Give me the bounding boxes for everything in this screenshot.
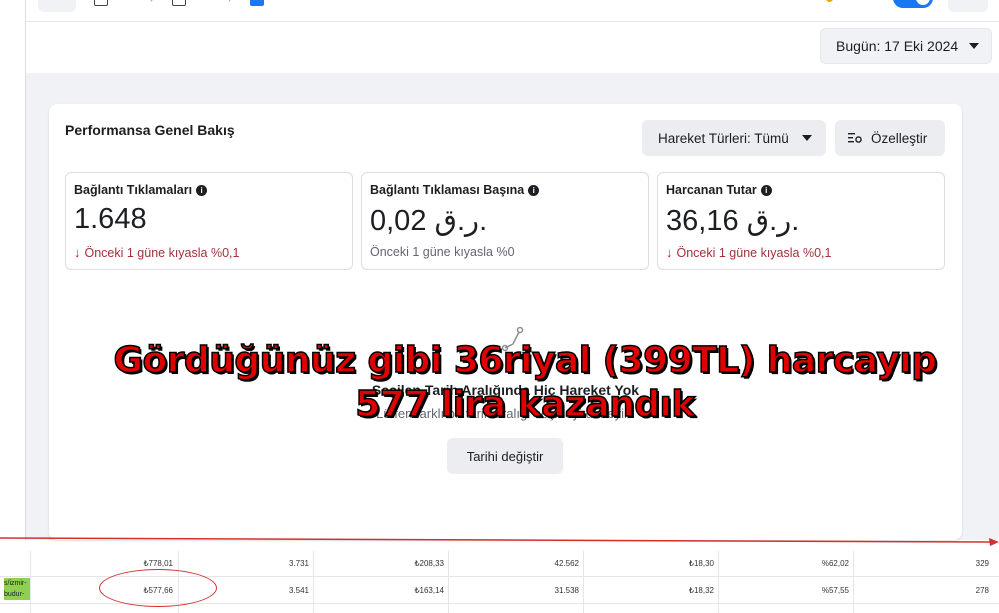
table-cell: ₺163,14 [414,586,444,595]
performance-overview-card: Performansa Genel Bakış Hareket Türleri:… [49,104,962,540]
metric-value: 36,16 ر.ق. [666,205,800,237]
metric-compare: Önceki 1 güne kıyasla %0 [370,245,515,259]
column-divider [30,551,31,613]
metric-label: Bağlantı Tıklaması Başına [370,183,525,197]
red-circle-annotation [99,569,217,607]
action-types-label: Hareket Türleri: Tümü [658,130,789,146]
chevron-right-icon: › [150,0,153,5]
active-toggle[interactable] [893,0,933,8]
table-cell: 3.541 [288,586,309,595]
caret-down-icon [969,43,979,49]
table-cell: 31.538 [554,586,579,595]
table-cell: ₺18,30 [688,559,714,568]
action-types-dropdown[interactable]: Hareket Türleri: Tümü [642,120,826,156]
table-cell: 3.731 [288,559,309,568]
column-divider [583,551,584,613]
table-cell: ₺18,32 [688,586,714,595]
campaign-icon [94,0,108,6]
table-cell: ₺208,33 [414,559,444,568]
table-cell: 329 [975,559,989,568]
top-toolbar: › › [0,0,999,22]
metric-label: Bağlantı Tıklamaları [74,183,193,197]
left-rail [0,0,26,540]
table-cell: 42.562 [554,559,579,568]
metric-label-row: Harcanan Tutar i [666,183,772,197]
customize-label: Özelleştir [871,130,928,146]
arrow-down-icon: ↓ [74,245,81,260]
metric-compare-row: ↓ Önceki 1 güne kıyasla %0,1 [666,245,831,260]
customize-button[interactable]: Özelleştir [835,120,945,156]
info-icon[interactable]: i [528,184,540,196]
status-dot-icon [826,0,833,2]
metric-link-clicks[interactable]: Bağlantı Tıklamaları i 1.648 ↓ Önceki 1 … [65,172,353,270]
table-cell: 278 [975,586,989,595]
date-range-label: Bugün: 17 Eki 2024 [836,38,959,54]
metric-amount-spent[interactable]: Harcanan Tutar i 36,16 ر.ق. ↓ Önceki 1 g… [657,172,945,270]
overlay-line-1: Gördüğünüz gibi 36riyal (399TL) harcayıp [113,339,938,382]
red-arrow-line-icon [0,537,999,546]
metric-compare: Önceki 1 güne kıyasla %0,1 [84,245,240,260]
column-divider [448,551,449,613]
chevron-right-icon: › [228,0,231,5]
overlay-line-2: 577 lira kazandık [354,383,696,426]
metric-value: 0,02 ر.ق. [370,205,488,237]
metric-compare: Önceki 1 güne kıyasla %0,1 [676,245,832,260]
customize-gear-icon [848,133,862,143]
column-divider [313,551,314,613]
metric-label-row: Bağlantı Tıklamaları i [74,183,208,197]
arrow-down-icon: ↓ [666,245,673,260]
date-range-button[interactable]: Bugün: 17 Eki 2024 [820,28,992,64]
table-cell: %57,55 [821,586,849,595]
table-cell: %62,02 [821,559,849,568]
metric-label-row: Bağlantı Tıklaması Başına i [370,183,540,197]
info-icon[interactable]: i [196,184,208,196]
card-title: Performansa Genel Bakış [65,122,235,138]
metric-value: 1.648 [74,203,147,235]
metric-label: Harcanan Tutar [666,183,757,197]
table-cell: ₺778,01 [143,559,173,568]
more-options-button[interactable] [948,0,988,12]
caret-down-icon [802,135,812,141]
ad-icon[interactable] [250,0,264,6]
column-divider [718,551,719,613]
metric-compare-row: Önceki 1 güne kıyasla %0 [370,245,515,259]
sidebar-toggle-button[interactable] [38,0,76,12]
metric-cost-per-link-click[interactable]: Bağlantı Tıklaması Başına i 0,02 ر.ق. Ön… [361,172,649,270]
info-icon[interactable]: i [760,184,772,196]
change-date-button[interactable]: Tarihi değiştir [447,438,563,474]
metric-compare-row: ↓ Önceki 1 güne kıyasla %0,1 [74,245,239,260]
column-divider [853,551,854,613]
adset-icon [172,0,186,6]
